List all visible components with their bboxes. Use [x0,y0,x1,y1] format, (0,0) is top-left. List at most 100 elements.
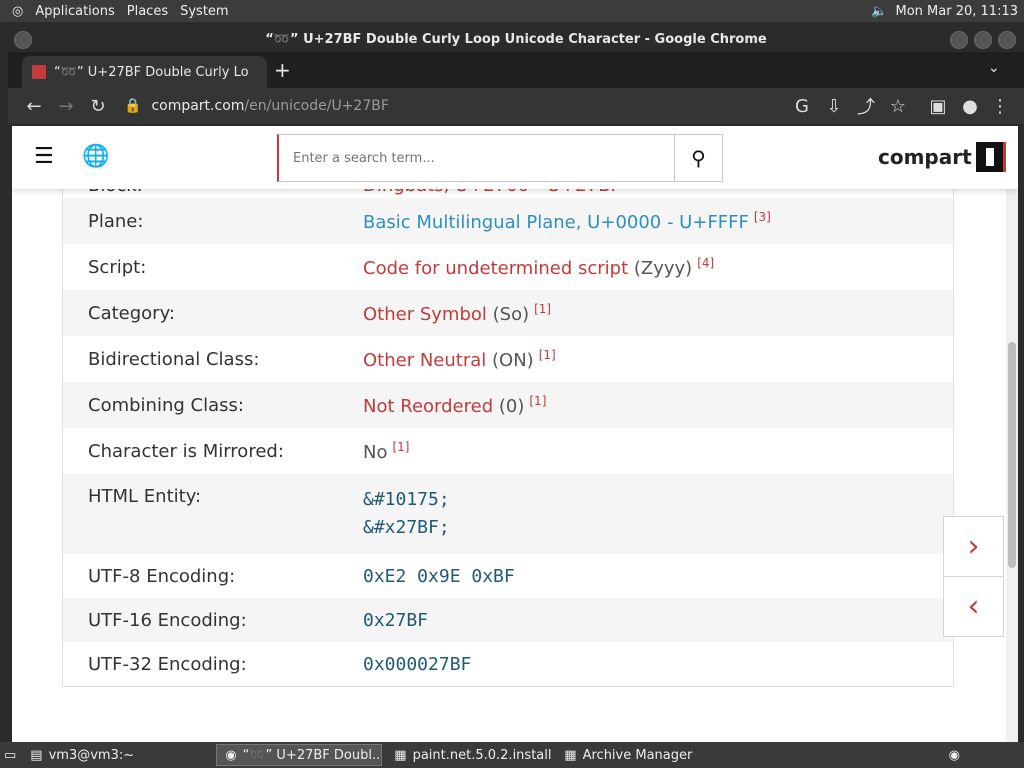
row-key: Combining Class: [88,394,244,416]
terminal-icon: ▤ [30,747,43,763]
clock[interactable]: Mon Mar 20, 11:13 [896,4,1018,19]
mirrored-value: No [363,441,388,463]
character-properties-table: Block: Dingbats, U+2700 - U+27BF Plane: … [62,166,954,687]
ref-link[interactable]: [1] [529,394,546,408]
os-logo-icon[interactable]: ◎ [12,4,23,19]
tab-search-icon[interactable]: ⌄ [988,60,1000,76]
site-header: ☰ 🌐 ⚲ compart [12,126,1018,189]
share-icon[interactable]: ⤴ [850,93,882,119]
google-icon[interactable]: G [786,96,818,117]
bidi-link[interactable]: Other Neutral [363,350,486,371]
browser-tab[interactable]: “➿” U+27BF Double Curly Lo [22,56,267,88]
row-key: Character is Mirrored: [88,440,284,462]
reload-icon[interactable]: ↻ [82,96,114,117]
ref-link[interactable]: [4] [697,256,714,270]
tab-title: “➿” U+27BF Double Curly Lo [54,64,249,80]
url-path: /en/unicode/U+27BF [244,98,389,114]
utf32-value: 0x000027BF [363,653,472,675]
window-menu-button[interactable] [14,31,32,49]
row-key: HTML Entity: [88,486,202,507]
show-desktop-icon[interactable]: ▭ [4,748,16,763]
bookmark-star-icon[interactable]: ☆ [882,96,914,117]
minimize-button[interactable] [950,31,968,49]
system-top-panel: ◎ Applications Places System 🔈 Mon Mar 2… [0,0,1024,22]
language-globe-icon[interactable]: 🌐 [82,144,109,169]
category-link[interactable]: Other Symbol [363,304,487,325]
row-extra: (0) [498,395,525,417]
html-entity-decimal: &#10175; [363,489,450,510]
taskbar: ▭ ▤ vm3@vm3:~ ◉ “➿” U+27BF Doubl... ▦ pa… [0,742,1024,768]
chrome-menu-icon[interactable]: ⋮ [984,96,1016,117]
script-link[interactable]: Code for undetermined script [363,258,628,279]
compart-logo[interactable]: compart [878,142,1006,172]
side-panel-icon[interactable]: ▣ [922,96,954,117]
menu-applications[interactable]: Applications [35,4,114,19]
chevron-right-icon: › [967,529,980,564]
table-row: Bidirectional Class: Other Neutral (ON) [… [63,336,953,382]
task-label: “➿” U+27BF Doubl... [242,747,383,763]
search-button[interactable]: ⚲ [674,135,722,181]
tab-strip: “➿” U+27BF Double Curly Lo + ⌄ [8,52,1024,88]
ref-link[interactable]: [3] [754,210,771,224]
row-key: UTF-16 Encoding: [88,609,247,631]
maximize-button[interactable] [974,31,992,49]
task-archive-manager[interactable]: ▦ Archive Manager [556,744,722,766]
hamburger-menu-icon[interactable]: ☰ [34,144,54,169]
task-terminal[interactable]: ▤ vm3@vm3:~ [22,744,212,766]
back-icon[interactable]: ← [18,96,50,117]
table-row: UTF-32 Encoding: 0x000027BF [63,642,953,686]
table-row: Character is Mirrored: No [1] [63,428,953,474]
table-row: Script: Code for undetermined script (Zy… [63,244,953,290]
table-row: HTML Entity: &#10175; &#x27BF; [63,474,953,554]
task-paintnet[interactable]: ▦ paint.net.5.0.2.install... [386,744,552,766]
row-extra: (ON) [492,349,534,371]
table-row: UTF-8 Encoding: 0xE2 0x9E 0xBF [63,554,953,598]
table-row: UTF-16 Encoding: 0x27BF [63,598,953,642]
forward-icon[interactable]: → [50,96,82,117]
row-key: Script: [88,256,147,278]
task-label: vm3@vm3:~ [48,747,135,763]
row-extra: (Zyyy) [633,257,693,279]
browser-toolbar: ← → ↻ 🔒 compart.com/en/unicode/U+27BF G … [8,88,1024,124]
plane-link[interactable]: Basic Multilingual Plane, U+0000 - U+FFF… [363,212,749,233]
row-key: Plane: [88,210,144,232]
archive-icon: ▦ [564,747,577,763]
chrome-tray-icon[interactable]: ◉ [949,748,960,763]
url-host: compart.com [151,98,245,114]
combining-link[interactable]: Not Reordered [363,396,493,417]
utf8-value: 0xE2 0x9E 0xBF [363,565,515,587]
close-window-button[interactable] [998,31,1016,49]
install-icon[interactable]: ⇩ [818,96,850,117]
logo-mark-icon [975,142,1006,172]
row-extra: (So) [492,303,530,325]
new-tab-icon[interactable]: + [274,58,291,82]
table-row: Category: Other Symbol (So) [1] [63,290,953,336]
task-chrome[interactable]: ◉ “➿” U+27BF Doubl... [216,744,383,766]
search-input[interactable] [279,135,674,181]
ref-link[interactable]: [1] [392,440,409,454]
web-page: ☰ 🌐 ⚲ compart Block: Dingbats, U+2700 - … [12,126,1018,742]
task-label: paint.net.5.0.2.install... [412,747,553,763]
archive-icon: ▦ [394,747,407,763]
menu-system[interactable]: System [180,4,228,19]
table-row: Combining Class: Not Reordered (0) [1] [63,382,953,428]
profile-avatar-icon[interactable]: ● [954,96,986,117]
ref-link[interactable]: [1] [534,302,551,316]
scrollbar-thumb[interactable] [1008,342,1016,568]
next-character-button[interactable]: › [943,516,1004,577]
lock-icon: 🔒 [124,98,142,114]
search-icon: ⚲ [691,146,706,170]
table-row: Plane: Basic Multilingual Plane, U+0000 … [63,198,953,244]
ref-link[interactable]: [1] [539,348,556,362]
volume-icon[interactable]: 🔈 [871,4,887,19]
favicon-icon [32,65,46,79]
chrome-icon: ◉ [225,747,237,763]
row-key: Bidirectional Class: [88,348,260,370]
row-key: Category: [88,302,175,324]
previous-character-button[interactable]: ‹ [943,576,1004,637]
row-key: UTF-8 Encoding: [88,565,236,587]
chevron-left-icon: ‹ [967,589,980,624]
menu-places[interactable]: Places [127,4,168,19]
task-label: Archive Manager [582,747,693,763]
site-search: ⚲ [277,134,723,182]
